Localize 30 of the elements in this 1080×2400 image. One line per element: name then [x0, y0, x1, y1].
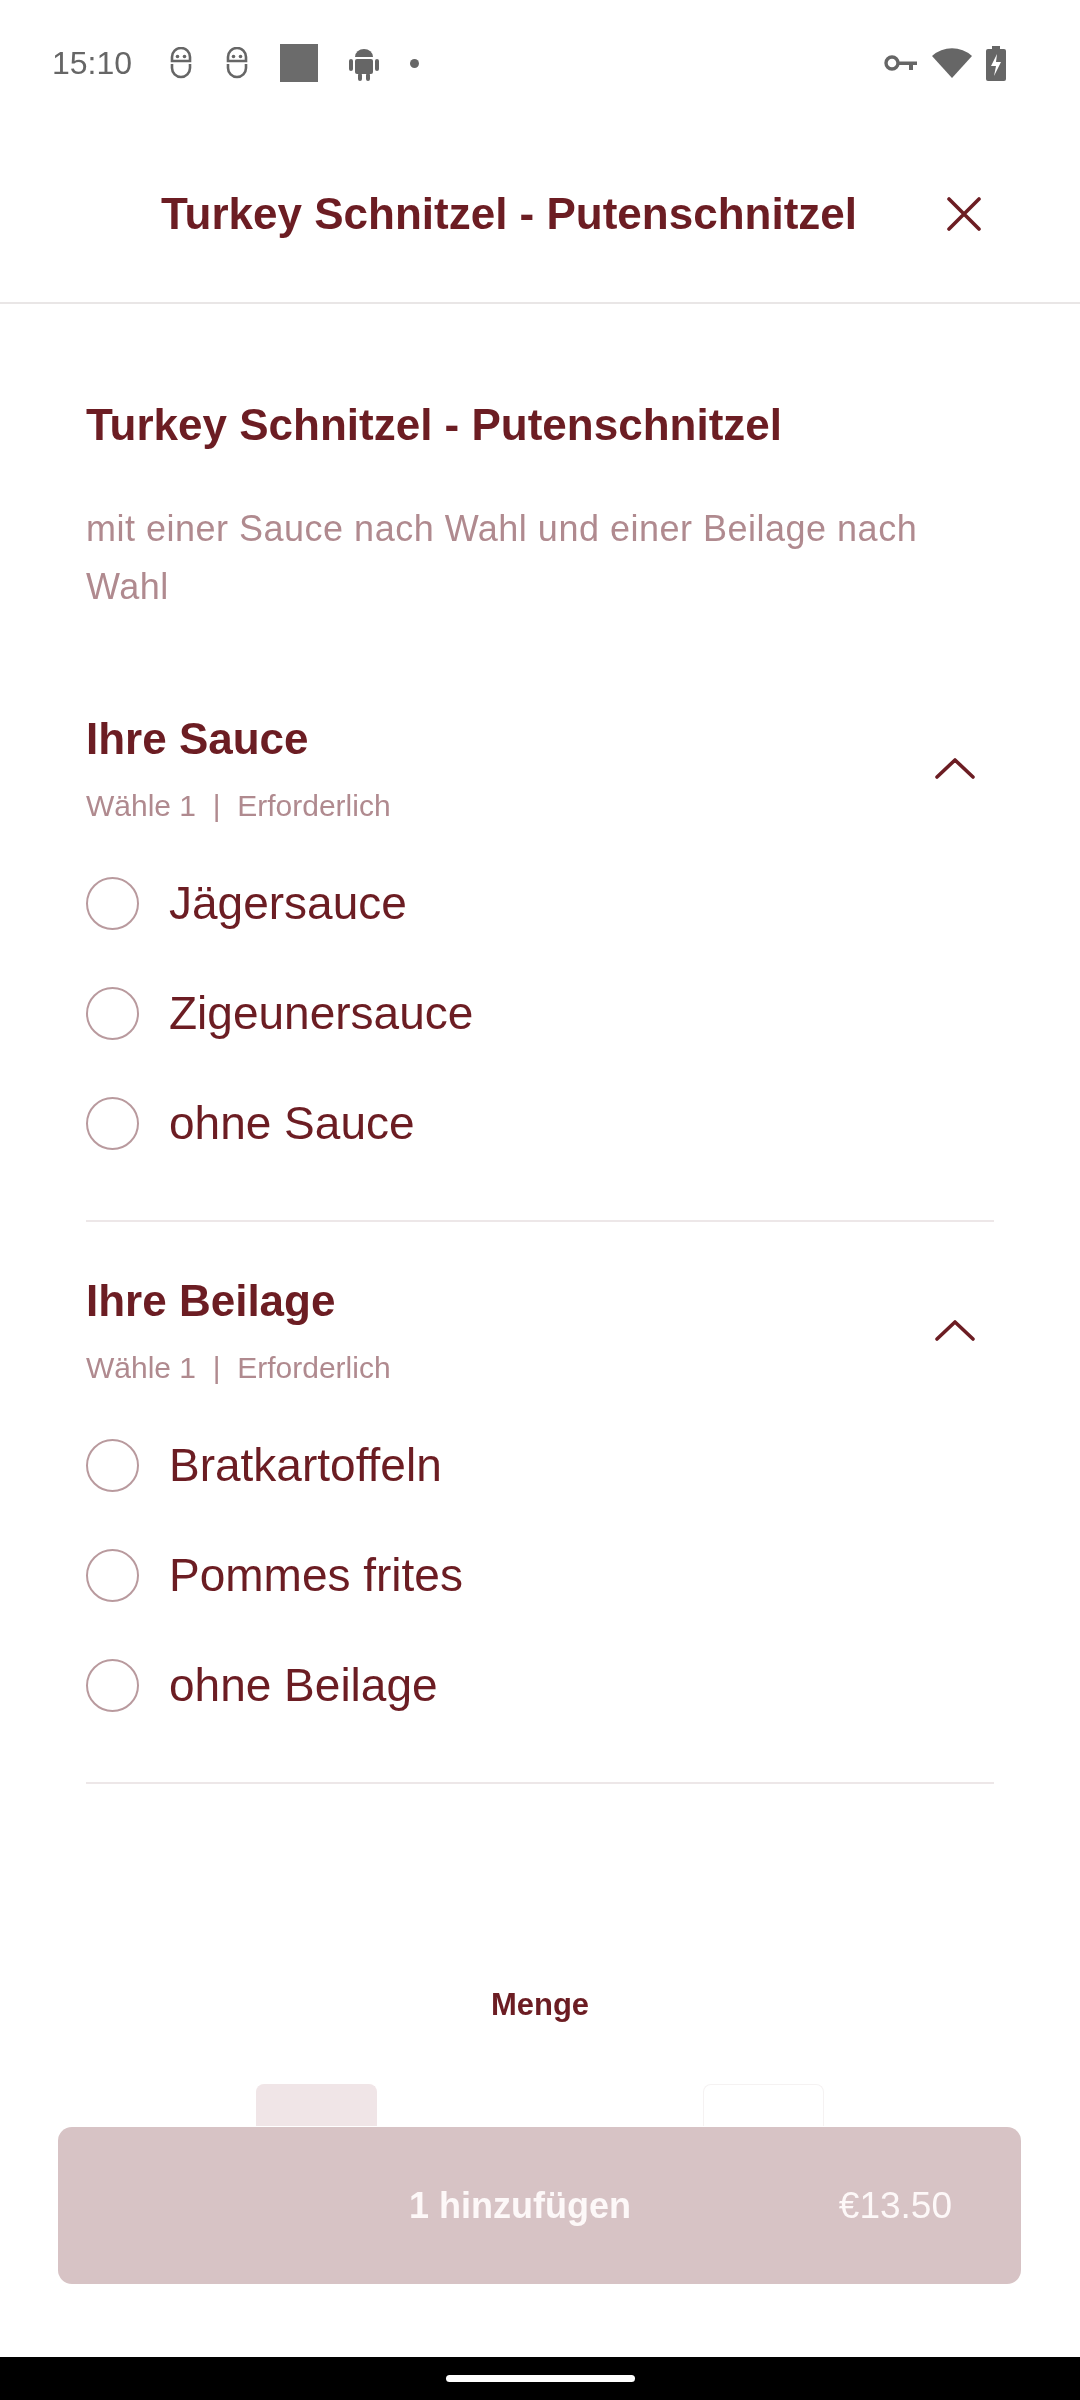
radio-button[interactable] — [86, 1548, 139, 1602]
option-label[interactable]: Zigeunersauce — [169, 986, 474, 1040]
close-icon — [947, 197, 981, 231]
radio-button[interactable] — [86, 1438, 139, 1492]
key-icon — [884, 54, 918, 72]
header-title: Turkey Schnitzel - Putenschnitzel — [160, 188, 858, 240]
option-label[interactable]: ohne Beilage — [169, 1658, 438, 1712]
section-requirement: Wähle 1 | Erforderlich — [86, 788, 391, 824]
option-label[interactable]: Pommes frites — [169, 1548, 463, 1602]
option-label[interactable]: ohne Sauce — [169, 1096, 415, 1150]
chevron-up-icon[interactable] — [935, 757, 975, 779]
radio-button[interactable] — [86, 876, 139, 930]
option-label[interactable]: Bratkartoffeln — [169, 1438, 442, 1492]
radio-button[interactable] — [86, 986, 139, 1040]
section-title: Ihre Beilage — [86, 1275, 337, 1327]
product-title: Turkey Schnitzel - Putenschnitzel — [86, 399, 783, 451]
battery-charging-icon — [986, 45, 1006, 81]
wifi-icon — [932, 48, 972, 78]
square-icon — [280, 44, 319, 82]
product-description: mit einer Sauce nach Wahl und einer Beilage nach Wahl — [86, 507, 919, 609]
quantity-label: Menge — [490, 1987, 590, 2023]
section-title: Ihre Sauce — [86, 713, 310, 765]
status-time: 15:10 — [52, 47, 133, 79]
dot-icon — [410, 58, 420, 68]
section-requirement: Wähle 1 | Erforderlich — [86, 1350, 391, 1386]
home-handle[interactable] — [445, 2375, 635, 2382]
radio-button[interactable] — [86, 1096, 139, 1150]
chevron-up-icon[interactable] — [935, 1319, 975, 1341]
radio-button[interactable] — [86, 1658, 139, 1712]
option-label[interactable]: Jägersauce — [169, 876, 407, 930]
